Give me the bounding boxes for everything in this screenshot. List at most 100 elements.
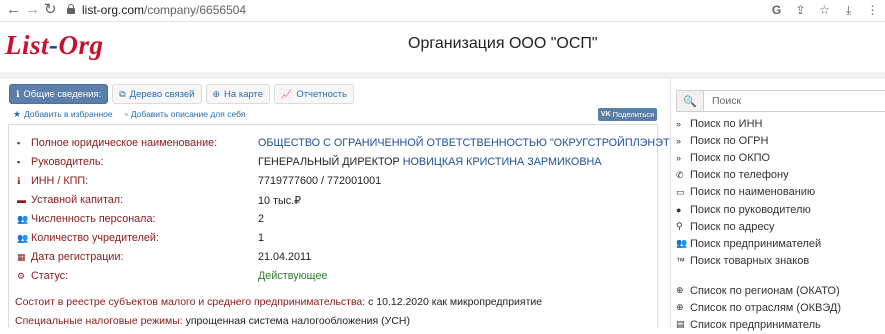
search-by-name-link[interactable]: ▭ Поиск по наименованию (676, 184, 821, 201)
search-icon[interactable]: 🔍 (677, 91, 704, 111)
user-icon: ▪ (17, 157, 21, 167)
search-box: 🔍 (676, 90, 885, 112)
sme-registry-note: Состоит в реестре субъектов малого и сре… (15, 296, 543, 308)
globe-icon: ⊕ (676, 285, 684, 296)
money-icon: ▬ (17, 195, 26, 205)
tab-reports[interactable]: 📈 Отчетность (274, 84, 354, 104)
director-name-link[interactable]: НОВИЦКАЯ КРИСТИНА ЗАРМИКОВНА (403, 156, 602, 168)
search-trademarks-link[interactable]: ™ Поиск товарных знаков (676, 253, 821, 270)
list-by-industry-link[interactable]: ⊕ Список по отраслям (ОКВЭД) (676, 299, 841, 316)
bookmark-star-icon[interactable]: ☆ (818, 2, 831, 18)
director-value: ГЕНЕРАЛЬНЫЙ ДИРЕКТОР НОВИЦКАЯ КРИСТИНА З… (258, 156, 602, 168)
reload-icon[interactable]: ↻ (44, 2, 57, 18)
add-description-link[interactable]: ▫ Добавить описание для себя (125, 109, 246, 120)
info-icon: ℹ (16, 88, 20, 99)
document-icon: ▪ (17, 138, 21, 148)
vk-share-button[interactable]: VK Поделиться (598, 108, 657, 121)
add-favorite-link[interactable]: ★ Добавить в избранное (13, 109, 113, 120)
company-details-card: ▪ Полное юридическое наименование: ОБЩЕСТ… (8, 124, 673, 328)
tab-general-info[interactable]: ℹ Общие сведения: (9, 84, 109, 104)
inn-kpp-value: 7719777600 / 772001001 (258, 175, 382, 187)
star-icon: ★ (13, 109, 22, 119)
globe-icon: ⊕ (676, 302, 684, 313)
back-arrow-icon[interactable]: ← (6, 2, 21, 18)
double-chevron-icon: » (676, 118, 682, 129)
favorites-bar: ★ Добавить в избранное ▫ Добавить описание… (13, 109, 245, 120)
phone-icon: ✆ (676, 169, 684, 180)
page-title: Организация ООО "ОСП" (408, 35, 598, 52)
registration-date-value: 21.04.2011 (258, 251, 312, 263)
sitemap-icon: ⧉ (119, 88, 126, 99)
search-by-phone-link[interactable]: ✆ Поиск по телефону (676, 167, 821, 184)
users-icon: 👥 (17, 214, 29, 224)
detail-row-director: ▪ Руководитель: ГЕНЕРАЛЬНЫЙ ДИРЕКТОР НОВИ… (17, 156, 657, 175)
note-icon: ▫ (124, 109, 128, 119)
users-icon: 👥 (17, 233, 29, 243)
detail-row-inn-kpp: ℹ ИНН / КПП: 7719777600 / 772001001 (17, 175, 657, 194)
detail-row-staff: 👥 Численность персонала: 2 (17, 213, 657, 232)
search-by-ogrn-link[interactable]: » Поиск по ОГРН (676, 132, 821, 149)
capital-value: 10 тыс.₽ (258, 195, 301, 207)
detail-row-founders: 👥 Количество учредителей: 1 (17, 232, 657, 251)
search-by-director-link[interactable]: ● Поиск по руководителю (676, 201, 821, 218)
detail-label: Дата регистрации: (31, 251, 124, 263)
browser-toolbar: ← → ↻ list-org.com/company/6656504 G ⇪ ☆… (0, 0, 885, 22)
file-icon: ▭ (676, 186, 685, 197)
site-logo[interactable]: List-Org (5, 30, 104, 61)
detail-row-full-name: ▪ Полное юридическое наименование: ОБЩЕСТ… (17, 137, 673, 156)
site-header: List-Org Организация ООО "ОСП" (0, 22, 885, 72)
lock-icon[interactable] (67, 4, 75, 14)
map-marker-icon: ⚲ (676, 221, 683, 232)
detail-row-registration-date: ▦ Дата регистрации: 21.04.2011 (17, 251, 657, 270)
list-by-region-link[interactable]: ⊕ Список по регионам (ОКАТО) (676, 282, 841, 299)
trademark-icon: ™ (676, 256, 685, 267)
double-chevron-icon: » (676, 152, 682, 163)
search-by-address-link[interactable]: ⚲ Поиск по адресу (676, 218, 821, 235)
founders-value: 1 (258, 232, 265, 244)
status-value: Действующее (258, 270, 328, 282)
detail-label: ИНН / КПП: (31, 175, 89, 187)
list-icon: ▤ (676, 319, 685, 330)
vk-icon: VK (600, 111, 611, 118)
detail-label: Уставной капитал: (31, 194, 124, 206)
detail-row-capital: ▬ Уставной капитал: 10 тыс.₽ (17, 194, 657, 213)
search-by-okpo-link[interactable]: » Поиск по ОКПО (676, 149, 821, 166)
detail-label: Руководитель: (31, 156, 104, 168)
list-entrepreneurs-link[interactable]: ▤ Список предприниматель (676, 316, 841, 333)
detail-label: Статус: (31, 270, 69, 282)
tab-relations-tree[interactable]: ⧉ Дерево связей (112, 84, 202, 104)
search-by-inn-link[interactable]: » Поиск по ИНН (676, 115, 821, 132)
detail-label: Полное юридическое наименование: (31, 137, 218, 149)
double-chevron-icon: » (676, 135, 682, 146)
full-name-value[interactable]: ОБЩЕСТВО С ОГРАНИЧЕННОЙ ОТВЕТСТВЕННОСТЬЮ… (258, 137, 673, 149)
tax-regime-note: Специальные налоговые режимы: упрощенная… (15, 315, 410, 327)
detail-label: Численность персонала: (31, 213, 156, 225)
user-icon: ● (676, 204, 682, 215)
google-icon[interactable]: G (770, 2, 783, 18)
url-path: /company/6656504 (144, 3, 247, 17)
detail-label: Количество учредителей: (31, 232, 159, 244)
gears-icon: ⚙ (17, 271, 26, 281)
search-sidebar: 🔍 »Поиск по ИНН »Поиск по ОГРН »Поиск по… (670, 79, 885, 331)
calendar-icon: ▦ (17, 252, 26, 262)
detail-row-status: ⚙ Статус: Действующее (17, 270, 657, 289)
search-input[interactable] (704, 91, 884, 111)
company-main-panel: ℹ Общие сведения: ⧉ Дерево связей ⊕ На карт… (0, 79, 673, 328)
share-icon[interactable]: ⇪ (794, 2, 807, 18)
search-links: » Поиск по ИНН » Поиск по ОГРН » Поиск по О… (676, 115, 821, 270)
chart-icon: 📈 (281, 88, 293, 99)
info-icon: ℹ (17, 176, 21, 186)
download-icon[interactable]: ⤓ (842, 2, 855, 18)
forward-arrow-icon[interactable]: → (25, 2, 40, 18)
address-bar[interactable]: list-org.com/company/6656504 (82, 3, 246, 17)
menu-icon[interactable]: ⋮ (866, 2, 879, 18)
staff-value: 2 (258, 213, 265, 225)
url-host: list-org.com (82, 3, 145, 17)
company-tabs: ℹ Общие сведения: ⧉ Дерево связей ⊕ На карт… (9, 84, 354, 104)
globe-icon: ⊕ (212, 88, 221, 99)
search-entrepreneurs-link[interactable]: 👥 Поиск предпринимателей (676, 235, 821, 252)
list-links: ⊕ Список по регионам (ОКАТО) ⊕ Список по о… (676, 282, 841, 334)
header-divider (0, 72, 885, 79)
users-icon: 👥 (676, 238, 688, 249)
tab-map[interactable]: ⊕ На карте (205, 84, 271, 104)
